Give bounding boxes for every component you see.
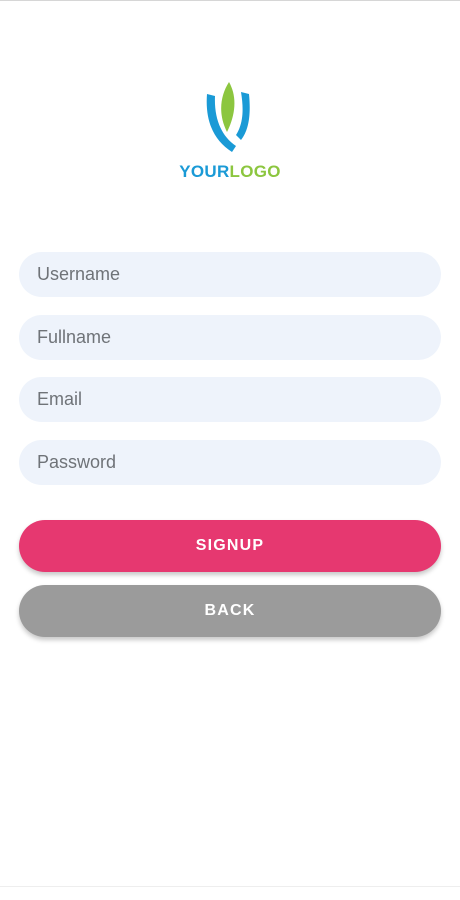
signup-screen: YOURLOGO SIGNUP BACK [0, 0, 460, 900]
app-logo: YOURLOGO [0, 80, 460, 182]
email-field[interactable] [19, 377, 441, 422]
top-divider [0, 0, 460, 1]
logo-text-logo: LOGO [229, 162, 281, 181]
username-field[interactable] [19, 252, 441, 297]
signup-button[interactable]: SIGNUP [19, 520, 441, 572]
back-button[interactable]: BACK [19, 585, 441, 637]
shield-leaf-icon [206, 82, 250, 152]
bottom-divider [0, 886, 460, 887]
password-field[interactable] [19, 440, 441, 485]
logo-wordmark: YOURLOGO [0, 162, 460, 182]
logo-text-your: YOUR [179, 162, 230, 181]
fullname-field[interactable] [19, 315, 441, 360]
